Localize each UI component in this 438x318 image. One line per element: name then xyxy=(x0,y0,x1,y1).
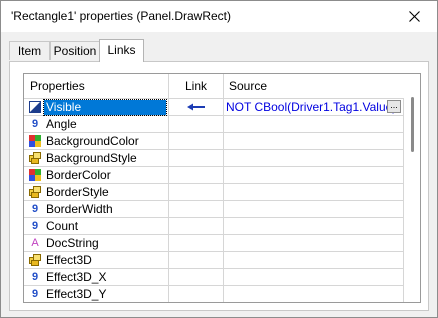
property-name: Effect3D xyxy=(46,253,92,267)
tab-item[interactable]: Item xyxy=(9,41,50,60)
column-header-link[interactable]: Link xyxy=(169,74,224,98)
property-name: BorderStyle xyxy=(46,185,109,199)
link-arrow-icon xyxy=(187,103,205,111)
property-row[interactable]: Visible NOT CBool(Driver1.Tag1.Value)... xyxy=(24,99,404,116)
property-row[interactable]: 9 Effect3D_X xyxy=(24,269,404,286)
link-cell[interactable] xyxy=(169,184,224,201)
property-name: Effect3D_Y xyxy=(46,287,107,301)
source-cell[interactable]: NOT CBool(Driver1.Tag1.Value)... xyxy=(224,99,404,116)
tab-strip: Item Position Links xyxy=(9,39,429,62)
style-icon xyxy=(29,152,41,164)
property-row[interactable]: 9 BorderWidth xyxy=(24,201,404,218)
tab-links[interactable]: Links xyxy=(99,39,144,62)
link-cell[interactable] xyxy=(169,235,224,252)
property-cell[interactable]: BackgroundColor xyxy=(24,133,169,150)
title-bar[interactable]: 'Rectangle1' properties (Panel.DrawRect) xyxy=(1,1,437,32)
close-button[interactable] xyxy=(392,1,437,32)
color-icon xyxy=(29,135,41,147)
links-tab-panel: Properties Link Source Visible NOT CBool(… xyxy=(9,61,429,311)
grid-header: Properties Link Source xyxy=(24,74,404,99)
column-header-source[interactable]: Source xyxy=(224,74,404,98)
property-name: BackgroundStyle xyxy=(46,151,137,165)
property-name: BackgroundColor xyxy=(46,134,139,148)
source-cell[interactable] xyxy=(224,218,404,235)
link-cell[interactable] xyxy=(169,218,224,235)
property-name: BorderColor xyxy=(46,168,111,182)
browse-button[interactable]: ... xyxy=(387,100,401,113)
number-icon: 9 xyxy=(31,203,39,215)
source-cell[interactable] xyxy=(224,201,404,218)
link-cell[interactable] xyxy=(169,286,224,302)
link-cell[interactable] xyxy=(169,150,224,167)
source-cell[interactable] xyxy=(224,269,404,286)
links-grid: Properties Link Source Visible NOT CBool(… xyxy=(23,73,421,303)
number-icon: 9 xyxy=(31,271,39,283)
vertical-scrollbar[interactable] xyxy=(406,75,420,302)
close-icon xyxy=(409,11,420,22)
property-name: DocString xyxy=(46,236,99,250)
source-cell[interactable] xyxy=(224,116,404,133)
property-cell[interactable]: A DocString xyxy=(24,235,169,252)
property-cell[interactable]: 9 Effect3D_X xyxy=(24,269,169,286)
link-cell[interactable] xyxy=(169,116,224,133)
property-row[interactable]: BackgroundColor xyxy=(24,133,404,150)
link-cell[interactable] xyxy=(169,133,224,150)
source-expression: NOT CBool(Driver1.Tag1.Value) xyxy=(226,100,397,114)
property-name: Angle xyxy=(46,117,77,131)
visible-icon xyxy=(29,101,41,113)
property-cell[interactable]: BorderColor xyxy=(24,167,169,184)
number-icon: 9 xyxy=(31,118,39,130)
property-row[interactable]: BorderStyle xyxy=(24,184,404,201)
property-name: Count xyxy=(46,219,79,233)
property-row[interactable]: 9 Angle xyxy=(24,116,404,133)
link-cell[interactable] xyxy=(169,167,224,184)
property-row[interactable]: 9 Effect3D_Y xyxy=(24,286,404,302)
tab-item-label: Item xyxy=(17,44,42,58)
property-cell[interactable]: 9 BorderWidth xyxy=(24,201,169,218)
link-cell[interactable] xyxy=(169,252,224,269)
property-cell[interactable]: 9 Count xyxy=(24,218,169,235)
link-cell[interactable] xyxy=(169,201,224,218)
number-icon: 9 xyxy=(31,288,39,300)
source-cell[interactable] xyxy=(224,286,404,302)
source-cell[interactable] xyxy=(224,235,404,252)
column-header-properties[interactable]: Properties xyxy=(24,74,169,98)
property-cell[interactable]: Effect3D xyxy=(24,252,169,269)
link-cell[interactable] xyxy=(169,99,224,116)
properties-dialog: 'Rectangle1' properties (Panel.DrawRect)… xyxy=(0,0,438,318)
style-icon xyxy=(29,186,41,198)
property-name: Visible xyxy=(43,99,167,116)
tab-links-label: Links xyxy=(107,43,136,57)
source-cell[interactable] xyxy=(224,167,404,184)
number-icon: 9 xyxy=(31,220,39,232)
property-cell[interactable]: BackgroundStyle xyxy=(24,150,169,167)
property-row[interactable]: A DocString xyxy=(24,235,404,252)
property-name: BorderWidth xyxy=(46,202,113,216)
style-icon xyxy=(29,254,41,266)
property-row[interactable]: 9 Count xyxy=(24,218,404,235)
link-cell[interactable] xyxy=(169,269,224,286)
source-cell[interactable] xyxy=(224,133,404,150)
property-row[interactable]: Effect3D xyxy=(24,252,404,269)
property-cell[interactable]: 9 Angle xyxy=(24,116,169,133)
tab-position-label: Position xyxy=(53,44,97,58)
source-cell[interactable] xyxy=(224,252,404,269)
source-cell[interactable] xyxy=(224,150,404,167)
window-title: 'Rectangle1' properties (Panel.DrawRect) xyxy=(11,9,232,23)
color-icon xyxy=(29,169,41,181)
scrollbar-thumb[interactable] xyxy=(411,97,414,152)
property-row[interactable]: BackgroundStyle xyxy=(24,150,404,167)
string-icon: A xyxy=(31,237,39,249)
property-cell[interactable]: Visible xyxy=(24,99,169,116)
property-name: Effect3D_X xyxy=(46,270,107,284)
property-row[interactable]: BorderColor xyxy=(24,167,404,184)
property-cell[interactable]: BorderStyle xyxy=(24,184,169,201)
property-cell[interactable]: 9 Effect3D_Y xyxy=(24,286,169,302)
tab-position[interactable]: Position xyxy=(50,41,100,60)
source-cell[interactable] xyxy=(224,184,404,201)
